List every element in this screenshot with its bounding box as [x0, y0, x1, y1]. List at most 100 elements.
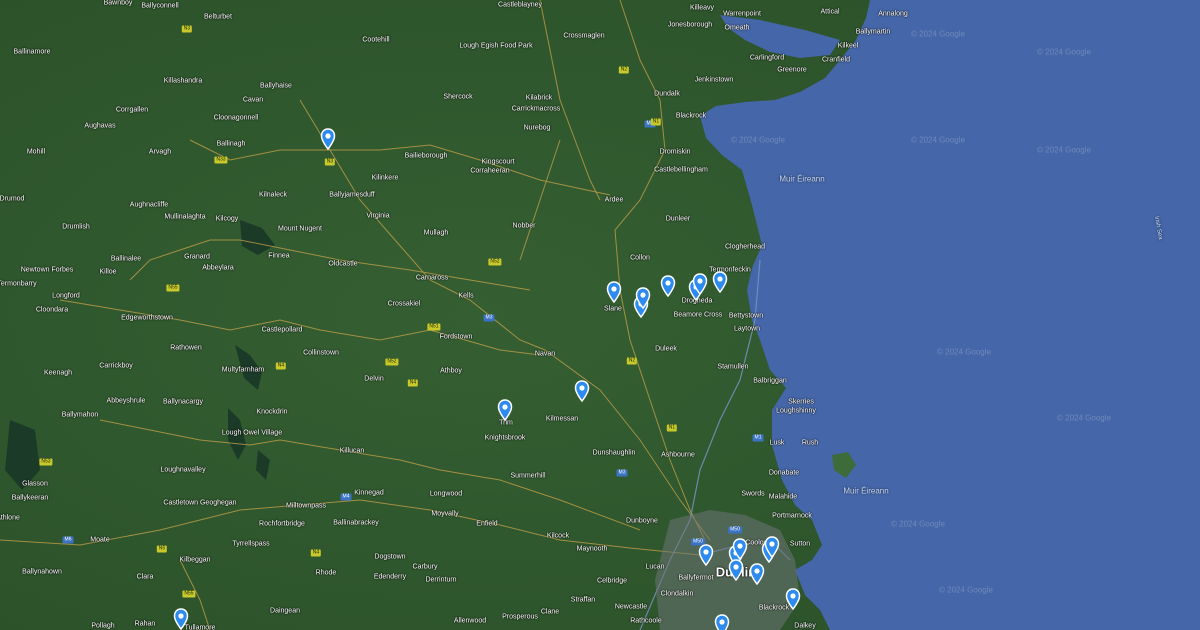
place-label-rush: Rush	[801, 439, 819, 447]
place-label-carlingford: Carlingford	[749, 54, 785, 62]
place-label-collon: Collon	[630, 254, 650, 262]
location-pin-icon[interactable]	[497, 399, 513, 421]
place-label-navan: Navan	[534, 350, 556, 358]
place-label-arvagh: Arvagh	[148, 148, 172, 156]
location-pin-icon[interactable]	[692, 273, 708, 295]
place-label-killashandra: Killashandra	[163, 77, 203, 85]
place-label-shercock: Shercock	[443, 93, 473, 101]
place-label-bailieborough: Bailieborough	[404, 152, 448, 160]
place-label-carbury: Carbury	[412, 563, 438, 571]
location-pin-icon[interactable]	[712, 271, 728, 293]
location-pin-icon[interactable]	[728, 559, 744, 581]
place-label-ballymartin: Ballymartin	[855, 28, 891, 36]
attribution-watermark: © 2024 Google	[911, 135, 965, 145]
place-label-collinstown: Collinstown	[303, 349, 339, 357]
place-label-allenwood: Allenwood	[453, 617, 487, 625]
sea-label: Muir Éireann	[779, 174, 825, 184]
place-label-kilkeel: Kilkeel	[837, 42, 859, 50]
map-canvas	[0, 0, 1200, 630]
place-label-blackrock-n: Blackrock	[675, 112, 707, 120]
location-pin-icon[interactable]	[785, 588, 801, 610]
attribution-watermark: © 2024 Google	[891, 519, 945, 529]
place-label-sutton: Sutton	[789, 540, 811, 548]
place-label-castlepollard: Castlepollard	[261, 326, 303, 334]
place-label-ballinamore: Ballinamore	[13, 48, 51, 56]
place-label-nobber: Nobber	[512, 222, 536, 230]
place-label-ballinalee: Ballinalee	[110, 255, 142, 263]
place-label-mohill: Mohill	[26, 148, 46, 156]
place-label-knightsbrook: Knightsbrook	[484, 434, 526, 442]
place-label-dromiskin: Dromiskin	[659, 148, 691, 156]
place-label-portmarnock: Portmarnock	[772, 512, 812, 520]
place-label-jenkinstown: Jenkinstown	[694, 76, 734, 84]
place-label-killoe: Killoe	[99, 268, 117, 276]
place-label-loughshinny: Loughshinny	[776, 407, 816, 415]
place-label-cootehill: Cootehill	[362, 36, 390, 44]
place-label-greenore: Greenore	[777, 66, 807, 74]
place-label-multyfarnham: Multyfarnham	[221, 366, 265, 374]
place-label-ballynahown: Ballynahown	[22, 568, 62, 576]
place-label-abbeyshrule: Abbeyshrule	[106, 397, 146, 405]
place-label-rhode: Rhode	[315, 569, 337, 577]
place-label-longford: Longford	[52, 292, 80, 300]
road-shield: N3	[324, 158, 336, 166]
location-pin-icon[interactable]	[606, 281, 622, 303]
place-label-enfield: Enfield	[476, 520, 498, 528]
place-label-kilmessan: Kilmessan	[545, 415, 579, 423]
place-label-ballynacargy: Ballynacargy	[162, 398, 204, 406]
road-shield: N4	[275, 362, 287, 370]
place-label-milltownpass: Milltownpass	[285, 502, 327, 510]
location-pin-icon[interactable]	[574, 380, 590, 402]
location-pin-icon[interactable]	[714, 614, 730, 630]
place-label-belturbet: Belturbet	[203, 13, 233, 21]
road-shield: N51	[427, 323, 441, 331]
road-shield: N4	[407, 379, 419, 387]
place-label-castletown: Castletown Geoghegan	[163, 499, 237, 507]
attribution-watermark: © 2024 Google	[731, 135, 785, 145]
attribution-watermark: © 2024 Google	[1037, 145, 1091, 155]
attribution-watermark: © 2024 Google	[1037, 47, 1091, 57]
place-label-kilnkere: Kilinkere	[371, 174, 399, 182]
place-label-nurebog: Nurebog	[523, 124, 551, 132]
location-pin-icon[interactable]	[732, 538, 748, 560]
satellite-map[interactable]: Belturbet Ballyconnell Bawnboy Ballinamore C…	[0, 0, 1200, 630]
place-label-rochfortbridge: Rochfortbridge	[259, 520, 305, 528]
place-label-stamullen: Stamullen	[717, 363, 749, 371]
location-pin-icon[interactable]	[173, 608, 189, 630]
road-shield: N55	[166, 284, 180, 292]
place-label-cavan: Cavan	[242, 96, 264, 104]
road-shield: M50	[728, 526, 742, 534]
place-label-warrenpoint: Warrenpoint	[723, 10, 761, 18]
place-label-malahide: Malahide	[768, 493, 798, 501]
place-label-kingscourt: Kingscourt	[481, 158, 515, 166]
place-label-tyrrellspass: Tyrrellspass	[232, 540, 270, 548]
place-label-killucan: Killucan	[339, 447, 365, 455]
location-pin-icon[interactable]	[660, 275, 676, 297]
location-pin-icon[interactable]	[698, 544, 714, 566]
place-label-laytown: Laytown	[733, 325, 761, 333]
place-label-edenderry: Edenderry	[373, 573, 407, 581]
road-shield: N2	[626, 357, 638, 365]
location-pin-icon[interactable]	[764, 536, 780, 558]
place-label-ballyjamesduff: Ballyjamesduff	[329, 191, 375, 199]
place-label-slane: Slane	[604, 305, 622, 313]
place-label-clondalkin: Clondalkin	[660, 590, 694, 598]
place-label-lusk: Lusk	[769, 439, 785, 447]
place-label-mullinalaghta: Mullinalaghta	[164, 213, 206, 221]
location-pin-icon[interactable]	[320, 128, 336, 150]
place-label-straffan: Straffan	[570, 596, 596, 604]
place-label-longwood: Longwood	[429, 490, 463, 498]
place-label-clara: Clara	[136, 573, 154, 581]
place-label-dalkey: Dalkey	[794, 622, 816, 630]
place-label-bettystown: Bettystown	[728, 312, 764, 320]
place-label-dunshaughlin: Dunshaughlin	[592, 449, 636, 457]
location-pin-icon[interactable]	[635, 287, 651, 309]
location-pin-icon[interactable]	[749, 563, 765, 585]
place-label-bawnboy: Bawnboy	[103, 0, 133, 7]
place-label-ardee: Ardee	[604, 196, 624, 204]
road-shield: N2	[618, 66, 630, 74]
place-label-carnaross: Carnaross	[415, 274, 449, 282]
place-label-lough-owel: Lough Owel Village	[221, 429, 283, 437]
place-label-mullagh: Mullagh	[423, 229, 449, 237]
place-label-drumlish: Drumlish	[62, 223, 90, 231]
